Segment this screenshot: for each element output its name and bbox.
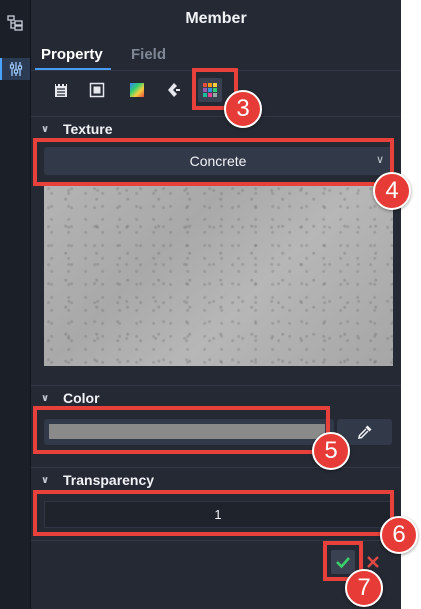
properties-sliders-icon[interactable] bbox=[0, 58, 30, 80]
step-badge-6: 6 bbox=[380, 516, 418, 554]
close-icon bbox=[367, 556, 379, 568]
eyedropper-icon bbox=[357, 425, 371, 439]
step-badge-7: 7 bbox=[345, 569, 383, 607]
tab-property[interactable]: Property bbox=[41, 46, 103, 63]
transparency-section-header[interactable]: ∨ Transparency bbox=[31, 467, 401, 492]
section-icon[interactable] bbox=[161, 78, 185, 102]
transparency-section-title: Transparency bbox=[63, 472, 155, 488]
left-sidebar bbox=[0, 0, 31, 609]
active-tab-underline bbox=[35, 68, 111, 70]
step-badge-4: 4 bbox=[373, 172, 411, 210]
step-badge-5: 5 bbox=[312, 432, 350, 470]
notepad-icon[interactable] bbox=[49, 78, 73, 102]
chevron-down-icon: ∨ bbox=[41, 123, 50, 135]
texture-section-title: Texture bbox=[63, 121, 113, 137]
gradient-icon[interactable] bbox=[125, 78, 149, 102]
chevron-down-icon: ∨ bbox=[41, 392, 50, 404]
color-section-title: Color bbox=[63, 390, 100, 406]
chevron-down-icon: ∨ bbox=[41, 474, 50, 486]
texture-preview-image bbox=[44, 183, 393, 366]
highlight-box-5 bbox=[33, 406, 330, 454]
step-badge-3: 3 bbox=[224, 90, 262, 128]
frame-icon[interactable] bbox=[85, 78, 109, 102]
panel-title: Member bbox=[185, 10, 247, 27]
highlight-box-4 bbox=[33, 138, 394, 186]
tab-field[interactable]: Field bbox=[131, 46, 166, 63]
tab-bar: Property Field bbox=[31, 42, 401, 71]
tree-view-icon[interactable] bbox=[4, 12, 26, 34]
highlight-box-6 bbox=[33, 490, 394, 536]
